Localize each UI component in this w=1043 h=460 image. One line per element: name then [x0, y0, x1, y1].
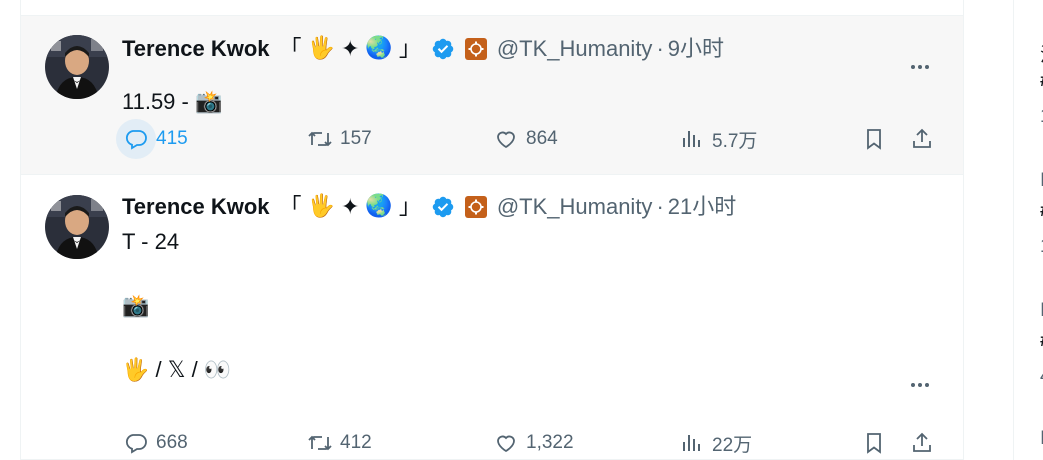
flair-bracket-close: 」 [398, 36, 421, 61]
bookmark-button[interactable] [854, 119, 894, 159]
views-button[interactable]: 22万 [672, 423, 752, 460]
tweet-text-line: 🖐 / 𝕏 / 👀 [122, 357, 232, 382]
like-count: 1,322 [526, 432, 574, 453]
more-options-icon[interactable] [903, 368, 937, 402]
retweet-count: 412 [340, 432, 372, 453]
verified-badge-icon[interactable] [431, 37, 455, 61]
timeline: Terence Kwok 「 🖐 ✦ 🌏 」 @TK_Humanity · 9小… [20, 0, 964, 460]
globe-emoji: 🌏 [365, 36, 393, 61]
sparkle-icon: ✦ [340, 36, 360, 61]
sparkle-icon: ✦ [340, 194, 360, 219]
like-button[interactable]: 864 [486, 119, 558, 159]
affiliate-badge-icon[interactable] [464, 196, 487, 218]
display-name[interactable]: Terence Kwok [122, 193, 270, 221]
retweet-icon [300, 423, 340, 460]
bookmark-button[interactable] [854, 423, 894, 460]
views-bar-chart-icon [672, 423, 712, 460]
globe-emoji: 🌏 [365, 194, 393, 219]
reply-button[interactable]: 668 [116, 423, 188, 460]
avatar[interactable] [45, 195, 109, 259]
reply-icon [116, 423, 156, 460]
tweet-text-line: 📸 [122, 293, 150, 318]
heart-icon [486, 119, 526, 159]
tweet-actions: 415 157 864 5.7万 [116, 119, 938, 159]
bookmark-icon [854, 423, 894, 460]
affiliate-badge-icon[interactable] [464, 38, 487, 60]
separator-dot: · [656, 36, 664, 61]
tweet[interactable]: Terence Kwok 「 🖐 ✦ 🌏 」 @TK_Humanity · 9小… [21, 16, 963, 175]
heart-icon [486, 423, 526, 460]
share-button[interactable] [902, 119, 942, 159]
display-name[interactable]: Terence Kwok [122, 35, 270, 63]
raised-hand-emoji: 🖐 [307, 194, 335, 219]
flair-bracket-close: 」 [398, 194, 421, 219]
flair-bracket-open: 「 [279, 194, 302, 219]
tweet-text-line: T - 24 [122, 229, 180, 254]
avatar[interactable] [45, 35, 109, 99]
reply-count: 415 [156, 128, 188, 149]
reply-icon [116, 119, 156, 159]
tweet-header: Terence Kwok 「 🖐 ✦ 🌏 」 @TK_Humanity · 9小… [122, 35, 724, 63]
name-flair: 「 🖐 ✦ 🌏 」 [280, 193, 427, 221]
tweet-actions: 668 412 1,322 22万 [122, 423, 938, 460]
verified-badge-icon[interactable] [431, 195, 455, 219]
tweet-timestamp[interactable]: 9小时 [668, 35, 724, 63]
retweet-count: 157 [340, 128, 372, 149]
share-icon [902, 119, 942, 159]
tweet[interactable]: Terence Kwok 「 🖐 ✦ 🌏 」 @TK_Humanity · 21… [21, 175, 963, 460]
flair-bracket-open: 「 [279, 36, 302, 61]
trending-sidebar: 活 # 1 I # 1 I # 4 I [1013, 0, 1043, 460]
retweet-button[interactable]: 157 [300, 119, 372, 159]
share-icon [902, 423, 942, 460]
retweet-icon [300, 119, 340, 159]
share-button[interactable] [902, 423, 942, 460]
previous-tweet-edge [21, 0, 963, 16]
user-handle[interactable]: @TK_Humanity [497, 35, 653, 63]
name-flair: 「 🖐 ✦ 🌏 」 [280, 35, 427, 63]
reply-count: 668 [156, 432, 188, 453]
views-button[interactable]: 5.7万 [672, 119, 757, 159]
more-options-icon[interactable] [903, 50, 937, 84]
raised-hand-emoji: 🖐 [307, 36, 335, 61]
tweet-header: Terence Kwok 「 🖐 ✦ 🌏 」 @TK_Humanity · 21… [122, 193, 736, 221]
user-handle[interactable]: @TK_Humanity [497, 193, 653, 221]
reply-button[interactable]: 415 [116, 119, 188, 159]
bookmark-icon [854, 119, 894, 159]
tweet-text: 11.59 - 📸 [122, 89, 223, 114]
views-bar-chart-icon [672, 119, 712, 159]
view-count: 5.7万 [712, 130, 758, 152]
view-count: 22万 [712, 434, 753, 456]
tweet-timestamp[interactable]: 21小时 [668, 193, 736, 221]
like-count: 864 [526, 128, 558, 149]
retweet-button[interactable]: 412 [300, 423, 372, 460]
separator-dot: · [656, 194, 664, 219]
like-button[interactable]: 1,322 [486, 423, 574, 460]
